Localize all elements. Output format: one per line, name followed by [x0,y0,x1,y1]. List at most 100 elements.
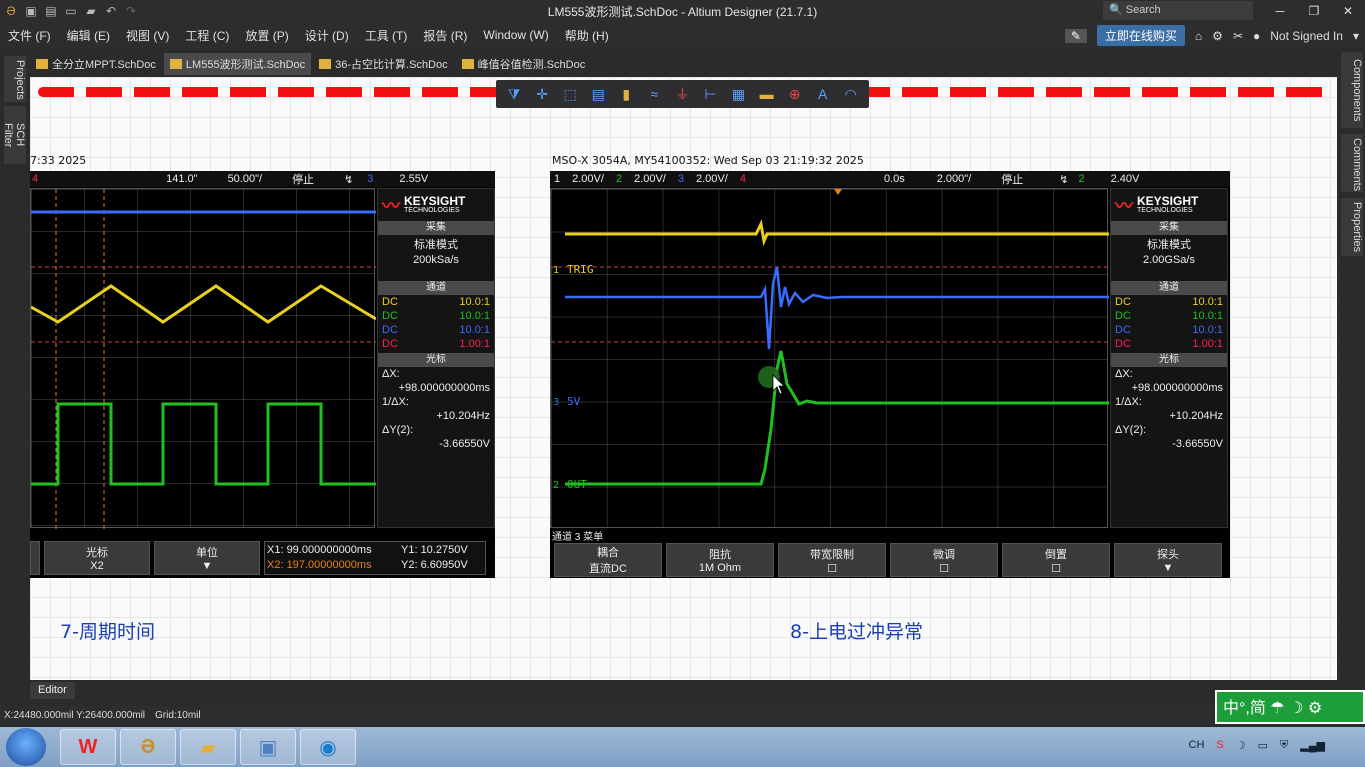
component-icon[interactable]: ▮ [616,86,636,103]
run-state: 停止 [292,174,315,186]
ch1-trace [565,219,1109,247]
search-input[interactable]: 🔍 Search [1103,1,1253,20]
channels-header: 通道 [1111,281,1227,295]
delta-x-value: +98.000000000ms [1131,382,1223,394]
menu-place[interactable]: 放置 (P) [245,27,288,44]
right-scope-caption: MSO-X 3054A, MY54100352: Wed Sep 03 21:1… [552,154,864,167]
menu-window[interactable]: Window (W) [483,28,548,42]
tab-peak-detect[interactable]: 峰值谷值检测.SchDoc [456,53,592,75]
redo-icon[interactable]: ↷ [124,4,138,18]
menu-tools[interactable]: 工具 (T) [365,27,408,44]
monitor-tray-icon[interactable]: ▭ [1258,739,1268,752]
restore-button[interactable]: ❐ [1297,0,1331,22]
delay-readout: 141.0" [166,173,198,185]
tools-icon[interactable]: ✂ [1233,29,1243,43]
save-all-icon[interactable]: ▤ [44,4,58,18]
active-bar-toolbar: ⧩ ✛ ⬚ ▤ ▮ ≈ ⏚ ⊢ ▦ ▬ ⊕ A ◠ [496,80,869,108]
editor-tab[interactable]: Editor [30,682,75,699]
tab-lm555[interactable]: LM555波形测试.SchDoc [163,53,312,75]
timebase-readout: 2.000"/ [936,173,972,185]
net-label-icon[interactable]: ⊢ [700,86,720,103]
delta-x-value: +98.000000000ms [398,382,490,394]
delay-readout: 0.0s [883,173,905,185]
channel-row-4: DC 1.00:1 [382,338,490,350]
wps-tray-icon[interactable]: S [1216,739,1223,752]
menu-view[interactable]: 视图 (V) [126,27,169,44]
open-icon[interactable]: ▭ [64,4,78,18]
save-icon[interactable]: ▣ [24,4,38,18]
explorer-taskbar-icon[interactable]: ▰ [180,729,236,765]
ch2-trace [565,350,1109,486]
left-scope-softkeys: 光标 X2 单位 ▼ X1: 99.000000000ms X2: 197.0000… [30,541,486,575]
document-taskbar-icon[interactable]: ▣ [240,729,296,765]
softkey-units: 单位 ▼ [154,541,260,575]
delta-y-value: -3.66550V [1172,438,1223,450]
left-scope-status-bar: 4 141.0" 50.00"/ 停止 ↯ 3 2.55V [30,171,495,187]
start-button[interactable] [6,728,46,766]
minimize-button[interactable]: ─ [1263,0,1297,22]
no-erc-icon[interactable]: ⊕ [785,86,805,103]
y1-readout: Y1: 10.2750V [401,544,468,556]
tab-label: LM555波形测试.SchDoc [185,59,306,71]
wire-icon[interactable]: ≈ [644,86,664,102]
channel-row-1: DC 10.0:1 [1115,296,1223,308]
altium-taskbar-icon[interactable]: Ə [120,729,176,765]
ground-icon[interactable]: ⏚ [672,84,692,104]
user-icon[interactable]: ● [1253,29,1260,43]
ch1-trace [31,284,376,324]
text-icon[interactable]: A [813,86,833,102]
chat-button[interactable]: ✎ [1064,28,1087,43]
tab-duty-cycle[interactable]: 36-占空比计算.SchDoc [313,53,453,75]
edge-taskbar-icon[interactable]: ◉ [300,729,356,765]
menu-design[interactable]: 设计 (D) [305,27,349,44]
align-icon[interactable]: ▤ [588,86,608,103]
tab-mppt[interactable]: 全分立MPPT.SchDoc [30,53,162,75]
crosshair-icon[interactable]: ✛ [532,86,552,103]
projects-panel-tab[interactable]: Projects [4,56,26,102]
cursor-coordinates: X:24480.000mil Y:26400.000mil [4,710,146,721]
ime-toolbar[interactable]: 中°,简 ☂ ☽ ⚙ [1215,690,1365,724]
menu-reports[interactable]: 报告 (R) [423,27,467,44]
components-panel-tab[interactable]: Components [1341,52,1363,128]
port-icon[interactable]: ▬ [757,86,777,102]
network-icon[interactable]: ▂▄▆ [1300,739,1325,752]
select-rect-icon[interactable]: ⬚ [560,86,580,103]
brand-sub: TECHNOLOGIES [1137,206,1193,214]
wps-taskbar-icon[interactable]: W [60,729,116,765]
channel-row-3: DC 10.0:1 [382,324,490,336]
left-scope-side-panel: 〰 KEYSIGHT TECHNOLOGIES 采集 标准模式 200kSa/s 通… [377,188,495,528]
channel-row-4: DC 1.00:1 [1115,338,1223,350]
trigger-level: 2.40V [1110,173,1140,185]
keysight-wave-icon: 〰 [1115,196,1133,216]
sign-in-label[interactable]: Not Signed In [1270,29,1343,43]
sch-filter-panel-tab[interactable]: SCH Filter [2,106,26,164]
left-panel-strip: Projects SCH Filter [0,48,30,708]
close-button[interactable]: ✕ [1331,0,1365,22]
comments-panel-tab[interactable]: Comments [1341,134,1363,192]
arc-icon[interactable]: ◠ [841,86,861,103]
undo-icon[interactable]: ↶ [104,4,118,18]
properties-panel-tab[interactable]: Properties [1341,198,1363,256]
menu-project[interactable]: 工程 (C) [185,27,229,44]
schematic-canvas[interactable]: ⧩ ✛ ⬚ ▤ ▮ ≈ ⏚ ⊢ ▦ ▬ ⊕ A ◠ 7:33 2025 4 14… [30,77,1337,680]
search-placeholder: Search [1125,4,1161,16]
tab-label: 全分立MPPT.SchDoc [52,59,156,71]
gear-icon[interactable]: ⚙ [1212,29,1223,43]
softkey-edge [30,541,40,575]
chevron-down-icon[interactable]: ▾ [1353,29,1359,43]
filter-icon[interactable]: ⧩ [504,86,524,103]
folder-icon[interactable]: ▰ [84,4,98,18]
trace-marker-2: 2 [553,480,559,491]
menu-edit[interactable]: 编辑 (E) [67,27,110,44]
acquire-header: 采集 [1111,221,1227,235]
softkey-bw-limit: 带宽限制 ☐ [778,543,886,577]
menu-file[interactable]: 文件 (F) [8,27,51,44]
input-language[interactable]: CH [1189,739,1205,752]
harness-icon[interactable]: ▦ [729,86,749,103]
moon-tray-icon[interactable]: ☽ [1236,739,1246,752]
home-icon[interactable]: ⌂ [1195,29,1202,43]
menu-help[interactable]: 帮助 (H) [565,27,609,44]
buy-online-button[interactable]: 立即在线购买 [1096,25,1185,46]
ch2-scale: 2.00V/ [634,173,666,185]
shield-icon[interactable]: ⛨ [1280,739,1288,752]
